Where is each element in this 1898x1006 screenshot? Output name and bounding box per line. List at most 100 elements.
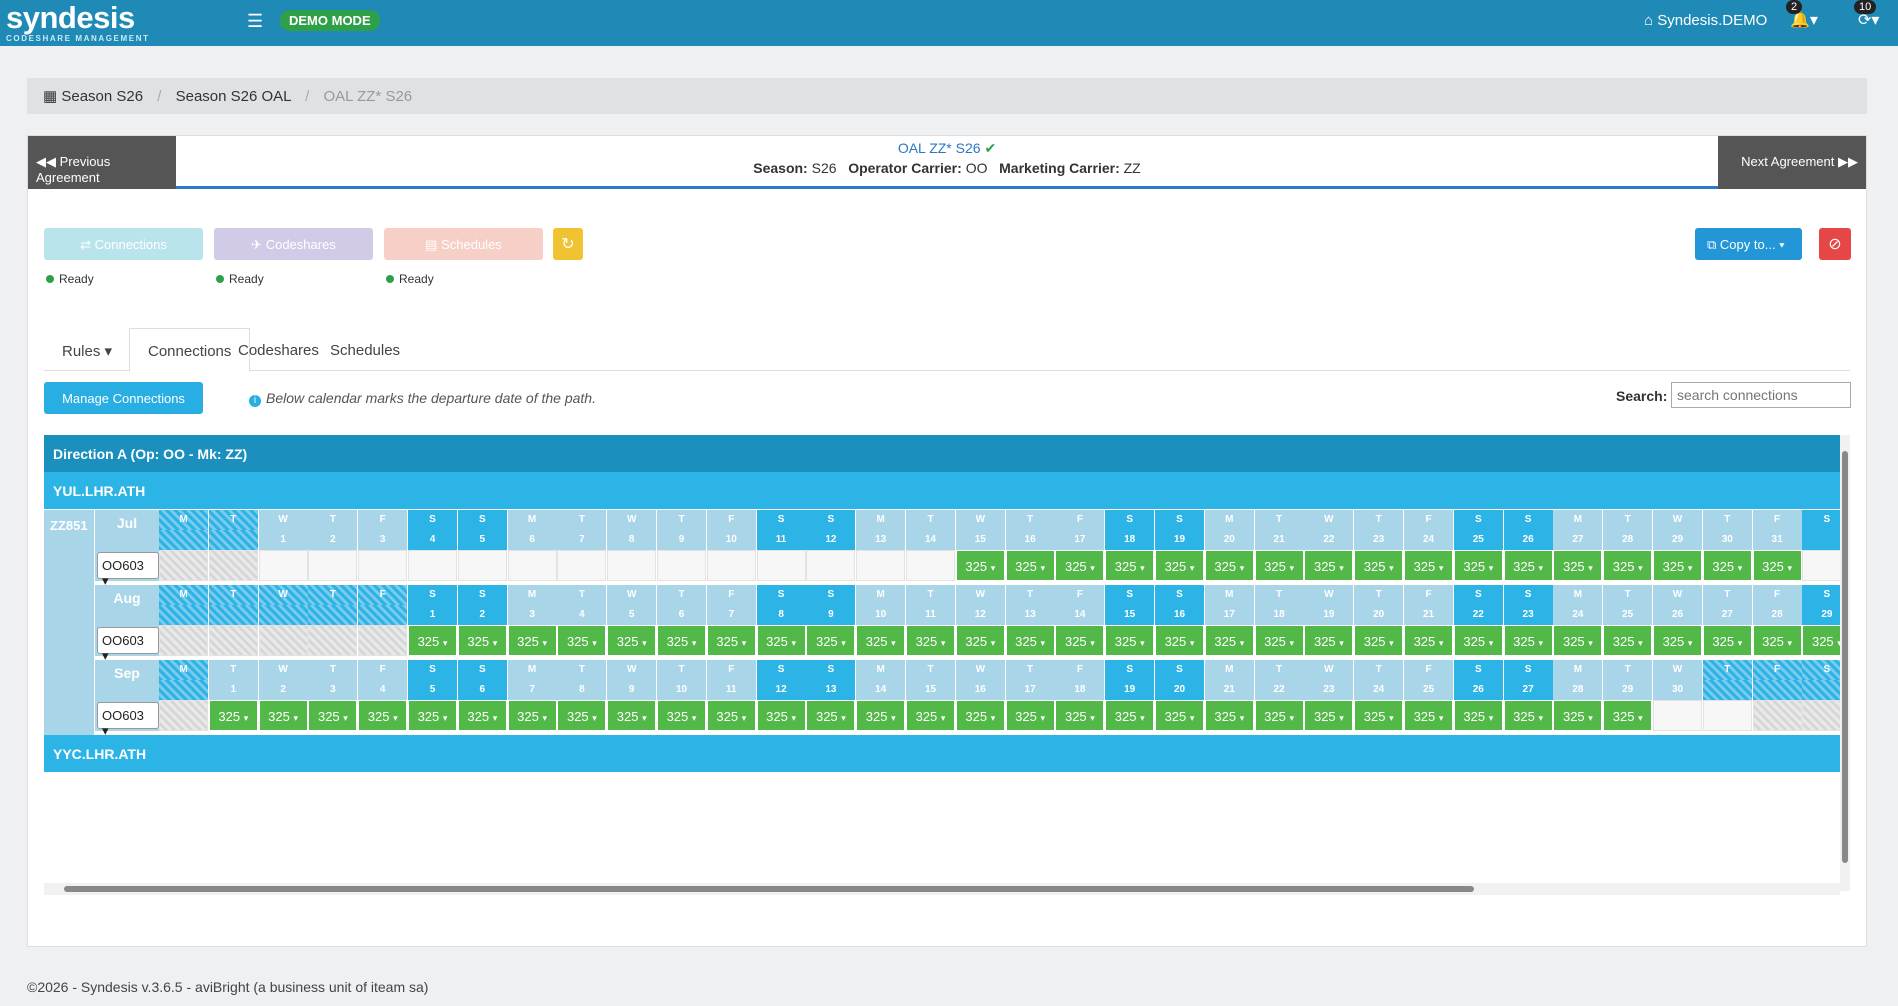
connection-slot[interactable]: 325 ▾ <box>358 700 408 731</box>
connection-slot[interactable]: 325 ▾ <box>706 625 756 656</box>
tab-rules[interactable]: Rules ▾ <box>44 328 130 371</box>
connection-slot[interactable]: 325 ▾ <box>507 625 557 656</box>
connection-slot[interactable]: 325 ▾ <box>1254 550 1304 581</box>
connection-slot[interactable]: 325 ▾ <box>1603 700 1653 731</box>
connection-slot[interactable]: 325 ▾ <box>1005 700 1055 731</box>
connection-slot[interactable]: 325 ▾ <box>955 550 1005 581</box>
connection-slot[interactable]: 325 ▾ <box>1752 625 1802 656</box>
connection-slot[interactable]: 325 ▾ <box>756 700 806 731</box>
connection-slot[interactable]: 325 ▾ <box>1304 625 1354 656</box>
connection-slot[interactable]: 325 ▾ <box>856 700 906 731</box>
connection-slot[interactable]: 325 ▾ <box>507 700 557 731</box>
connection-slot[interactable]: 325 ▾ <box>457 700 507 731</box>
connection-slot[interactable]: 325 ▾ <box>1304 550 1354 581</box>
connection-slot[interactable]: 325 ▾ <box>657 625 706 656</box>
connection-slot[interactable]: 325 ▾ <box>607 700 657 731</box>
connection-slot[interactable]: 325 ▾ <box>1005 625 1055 656</box>
copy-to-button[interactable]: ⧉ Copy to... ▾ <box>1695 228 1802 260</box>
user-menu-button[interactable]: 10 ⟳▾ <box>1854 0 1879 30</box>
connection-slot[interactable]: 325 ▾ <box>1503 625 1553 656</box>
connection-slot[interactable]: 325 ▾ <box>955 625 1005 656</box>
connection-slot[interactable]: 325 ▾ <box>607 625 657 656</box>
refresh-button[interactable]: ↻ <box>553 228 583 260</box>
connection-slot[interactable]: 325 ▾ <box>806 625 856 656</box>
connection-slot[interactable]: 325 ▾ <box>1702 550 1752 581</box>
connection-slot[interactable]: 325 ▾ <box>906 625 955 656</box>
connection-slot[interactable]: 325 ▾ <box>308 700 358 731</box>
connection-slot[interactable]: 325 ▾ <box>706 700 756 731</box>
connection-slot[interactable]: 325 ▾ <box>1155 625 1204 656</box>
connection-slot[interactable]: 325 ▾ <box>1702 625 1752 656</box>
connection-slot[interactable]: 325 ▾ <box>1404 550 1453 581</box>
connection-slot[interactable]: 325 ▾ <box>1204 700 1254 731</box>
connection-slot[interactable]: 325 ▾ <box>1105 700 1155 731</box>
connection-slot[interactable]: 325 ▾ <box>1105 550 1155 581</box>
connection-slot[interactable]: 325 ▾ <box>1105 625 1155 656</box>
connection-slot[interactable]: 325 ▾ <box>557 700 607 731</box>
connection-slot[interactable]: 325 ▾ <box>1204 550 1254 581</box>
connection-slot[interactable]: 325 ▾ <box>1254 700 1304 731</box>
connection-slot[interactable]: 325 ▾ <box>1802 625 1840 656</box>
horizontal-scroll-thumb[interactable] <box>64 886 1474 892</box>
menu-icon[interactable]: ☰ <box>247 11 263 32</box>
connection-slot[interactable]: 325 ▾ <box>1204 625 1254 656</box>
connection-slot[interactable]: 325 ▾ <box>1354 550 1404 581</box>
codeshares-step-button[interactable]: ✈ Codeshares <box>214 228 373 260</box>
connection-slot[interactable]: 325 ▾ <box>657 700 706 731</box>
connection-slot[interactable]: 325 ▾ <box>408 625 457 656</box>
connection-slot[interactable]: 325 ▾ <box>1055 550 1105 581</box>
connection-slot[interactable]: 325 ▾ <box>1404 625 1453 656</box>
connection-slot[interactable]: 325 ▾ <box>1155 700 1204 731</box>
connection-slot[interactable]: 325 ▾ <box>1453 625 1503 656</box>
connection-slot[interactable]: 325 ▾ <box>756 625 806 656</box>
connection-slot[interactable]: 325 ▾ <box>1553 550 1603 581</box>
cancel-button[interactable]: ⊘ <box>1819 228 1851 260</box>
connection-slot[interactable]: 325 ▾ <box>1553 625 1603 656</box>
connection-slot[interactable]: 325 ▾ <box>1603 550 1653 581</box>
connection-slot[interactable]: 325 ▾ <box>1653 550 1702 581</box>
connection-slot[interactable]: 325 ▾ <box>1055 625 1105 656</box>
connection-slot[interactable]: 325 ▾ <box>457 625 507 656</box>
connection-slot[interactable]: 325 ▾ <box>1354 625 1404 656</box>
connection-slot[interactable]: 325 ▾ <box>1155 550 1204 581</box>
connection-slot[interactable]: 325 ▾ <box>557 625 607 656</box>
notifications-button[interactable]: 2 🔔▾ <box>1786 0 1818 30</box>
route-header[interactable]: YUL.LHR.ATH <box>44 472 1840 509</box>
agreement-title[interactable]: OAL ZZ* S26 ✔ <box>176 140 1718 157</box>
flight-dropdown[interactable]: OO603 ▾ <box>97 552 159 588</box>
connection-slot[interactable]: 325 ▾ <box>1453 550 1503 581</box>
flight-dropdown[interactable]: OO603 ▾ <box>97 702 159 738</box>
connection-slot[interactable]: 325 ▾ <box>1055 700 1105 731</box>
flight-dropdown[interactable]: OO603 ▾ <box>97 627 159 663</box>
tab-schedules[interactable]: Schedules <box>312 328 418 371</box>
breadcrumb-season[interactable]: Season S26 <box>61 88 143 105</box>
connection-slot[interactable]: 325 ▾ <box>1354 700 1404 731</box>
search-input[interactable] <box>1671 382 1851 408</box>
connection-slot[interactable]: 325 ▾ <box>1005 550 1055 581</box>
connection-slot[interactable]: 325 ▾ <box>1752 550 1802 581</box>
vertical-scroll-thumb[interactable] <box>1842 451 1848 863</box>
manage-connections-button[interactable]: Manage Connections <box>44 382 203 414</box>
connection-slot[interactable]: 325 ▾ <box>1503 550 1553 581</box>
connection-slot[interactable]: 325 ▾ <box>1603 625 1653 656</box>
breadcrumb-season-carrier[interactable]: Season S26 OAL <box>176 88 291 105</box>
horizontal-scrollbar[interactable] <box>44 883 1840 895</box>
syndesis-logo[interactable]: syndesis <box>6 0 135 36</box>
connection-slot[interactable]: 325 ▾ <box>1553 700 1603 731</box>
connection-slot[interactable]: 325 ▾ <box>208 700 258 731</box>
connection-slot[interactable]: 325 ▾ <box>1304 700 1354 731</box>
route-header[interactable]: YYC.LHR.ATH <box>44 735 1840 772</box>
connection-slot[interactable]: 325 ▾ <box>1404 700 1453 731</box>
connection-slot[interactable]: 325 ▾ <box>1453 700 1503 731</box>
tenant-link[interactable]: ⌂ Syndesis.DEMO <box>1644 12 1767 29</box>
connection-slot[interactable]: 325 ▾ <box>806 700 856 731</box>
previous-agreement-button[interactable]: ◀◀ Previous Agreement <box>28 136 176 189</box>
connection-slot[interactable]: 325 ▾ <box>856 625 906 656</box>
connection-slot[interactable]: 325 ▾ <box>1653 625 1702 656</box>
connection-slot[interactable]: 325 ▾ <box>408 700 457 731</box>
schedules-step-button[interactable]: ▤ Schedules <box>384 228 543 260</box>
vertical-scrollbar[interactable] <box>1840 435 1850 891</box>
connection-slot[interactable]: 325 ▾ <box>1254 625 1304 656</box>
connections-step-button[interactable]: ⇄ Connections <box>44 228 203 260</box>
next-agreement-button[interactable]: Next Agreement ▶▶ <box>1718 136 1866 189</box>
